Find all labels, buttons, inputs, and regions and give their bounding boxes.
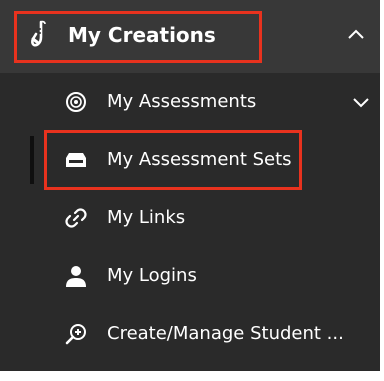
menu-item-label: My Logins — [107, 265, 197, 286]
chevron-down-icon[interactable] — [352, 95, 370, 109]
user-icon — [66, 266, 86, 287]
menu-item-label: My Assessments — [107, 91, 257, 112]
menu-header-my-creations[interactable]: My Creations — [0, 0, 380, 73]
menu-header-label: My Creations — [68, 23, 216, 47]
chevron-up-icon[interactable] — [346, 26, 366, 42]
menu-item-label: My Assessment Sets — [107, 149, 292, 170]
menu-item-label: My Links — [107, 207, 186, 228]
saxophone-icon — [31, 20, 46, 47]
target-icon — [66, 92, 86, 112]
link-icon — [65, 208, 87, 228]
menu-item-label: Create/Manage Student ... — [107, 323, 344, 344]
search-add-icon — [65, 324, 86, 345]
menu-item-my-assessments[interactable]: My Assessments — [0, 73, 380, 131]
tray-icon — [66, 153, 86, 167]
menu-item-create-manage-student[interactable]: Create/Manage Student ... — [0, 305, 380, 363]
menu-item-my-logins[interactable]: My Logins — [0, 247, 380, 305]
menu-item-my-assessment-sets[interactable]: My Assessment Sets — [0, 131, 380, 189]
menu-item-my-links[interactable]: My Links — [0, 189, 380, 247]
side-menu: My Creations My Assessments My Assessmen… — [0, 0, 380, 371]
